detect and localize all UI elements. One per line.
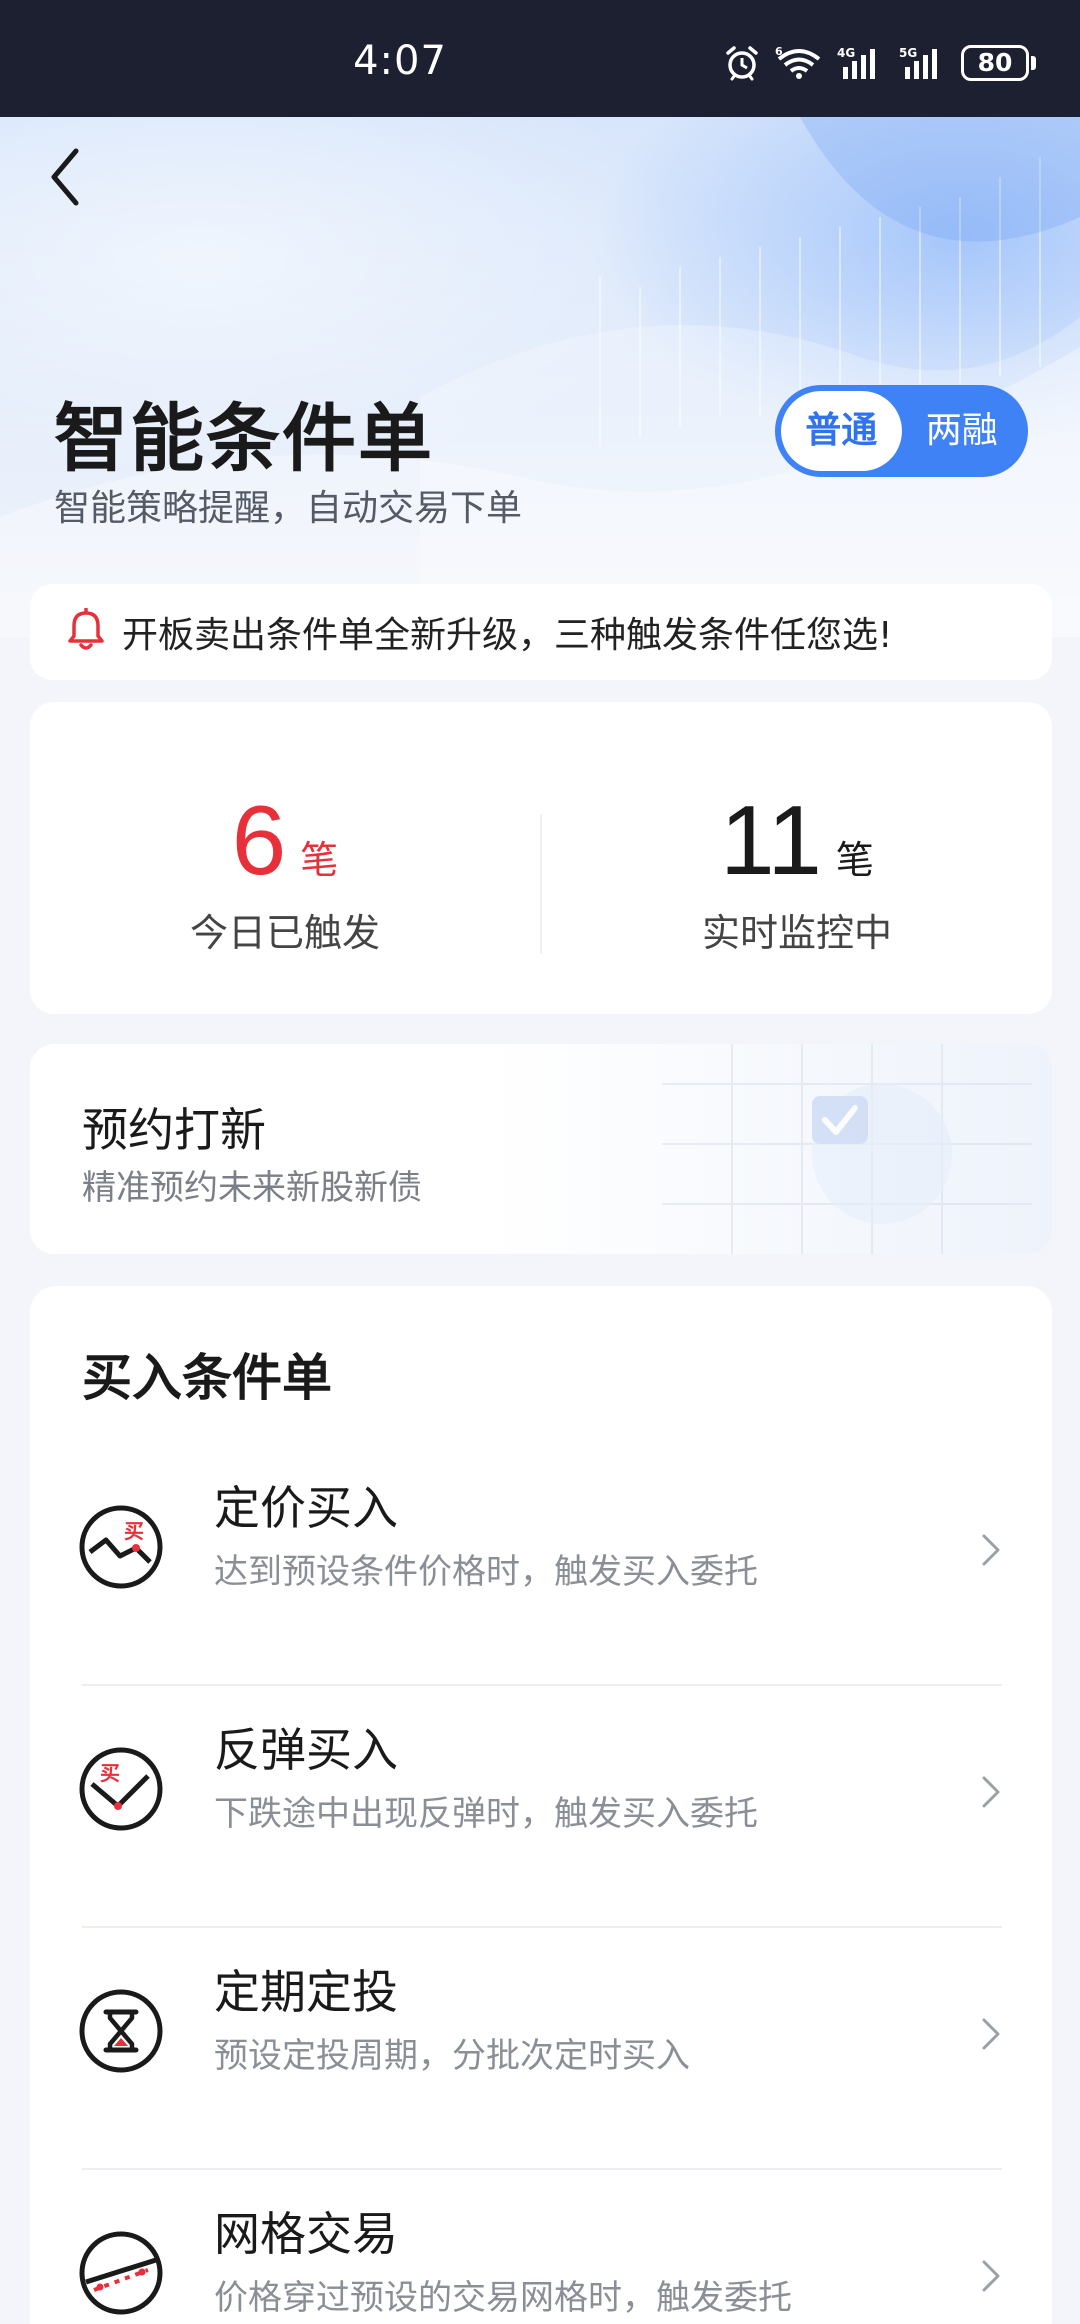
svg-text:6: 6 (775, 45, 783, 58)
buy-item-name: 网格交易 (214, 2207, 398, 2261)
signal-5g-icon: 5G (899, 45, 947, 81)
hourglass-icon (78, 1988, 164, 2074)
bell-icon (66, 607, 106, 656)
triggered-label: 今日已触发 (189, 911, 380, 955)
svg-text:买: 买 (100, 1761, 120, 1785)
status-bar: 4:07 6 4G 5G 80 (0, 0, 1080, 117)
chevron-right-icon (980, 2016, 1002, 2052)
triggered-count: 6 (231, 785, 287, 895)
grid-trade-icon (78, 2230, 164, 2316)
monitoring-label: 实时监控中 (701, 911, 892, 955)
signal-4g-icon: 4G (837, 45, 885, 81)
stats-card: 6 笔 今日已触发 11 笔 实时监控中 (30, 702, 1052, 1014)
chevron-right-icon (980, 1774, 1002, 1810)
calendar-decoration-icon (662, 1044, 1032, 1254)
mode-option-margin[interactable]: 两融 (902, 391, 1023, 471)
buy-item-desc: 下跌途中出现反弹时，触发买入委托 (214, 1794, 758, 1834)
buy-item-rebound[interactable]: 买 反弹买入 下跌途中出现反弹时，触发买入委托 (30, 1686, 1052, 1928)
alarm-icon (723, 44, 761, 82)
rebound-buy-icon: 买 (78, 1746, 164, 1832)
wifi-6-icon: 6 (775, 45, 823, 81)
page-subtitle: 智能策略提醒，自动交易下单 (54, 488, 523, 529)
buy-item-fixed-price[interactable]: 买 定价买入 达到预设条件价格时，触发买入委托 (30, 1444, 1052, 1686)
buy-item-name: 定期定投 (214, 1965, 398, 2019)
svg-text:4G: 4G (837, 46, 855, 60)
chevron-right-icon (980, 1532, 1002, 1568)
chevron-right-icon (980, 2258, 1002, 2294)
status-icons: 6 4G 5G 80 (723, 44, 1036, 82)
buy-item-grid[interactable]: 网格交易 价格穿过预设的交易网格时，触发委托 (30, 2170, 1052, 2324)
buy-item-name: 反弹买入 (214, 1723, 398, 1777)
buy-item-name: 定价买入 (214, 1481, 398, 1535)
notice-text: 开板卖出条件单全新升级，三种触发条件任您选! (122, 615, 893, 656)
buy-section-title: 买入条件单 (82, 1349, 332, 1407)
buy-item-desc: 达到预设条件价格时，触发买入委托 (214, 1552, 758, 1592)
status-time: 4:07 (353, 38, 447, 84)
monitoring-count: 11 (720, 785, 822, 895)
ipo-subtitle: 精准预约未来新股新债 (82, 1168, 422, 1208)
page: 4:07 6 4G 5G 80 智能条件单 智能策略提醒，自动交易下单 普通 两… (0, 0, 1080, 2324)
chevron-left-icon (51, 148, 79, 206)
buy-item-desc: 价格穿过预设的交易网格时，触发委托 (214, 2278, 792, 2318)
mode-option-normal[interactable]: 普通 (781, 391, 902, 471)
buy-item-periodic[interactable]: 定期定投 预设定投周期，分批次定时买入 (30, 1928, 1052, 2170)
battery-icon: 80 (961, 45, 1036, 81)
ipo-title: 预约打新 (82, 1103, 266, 1157)
price-buy-icon: 买 (78, 1504, 164, 1590)
buy-item-desc: 预设定投周期，分批次定时买入 (214, 2036, 690, 2076)
hero-banner: 智能条件单 智能策略提醒，自动交易下单 普通 两融 (0, 117, 1080, 637)
stat-monitoring[interactable]: 11 笔 实时监控中 (542, 702, 1052, 1014)
ipo-subscription-card[interactable]: 预约打新 精准预约未来新股新债 (30, 1044, 1052, 1254)
page-title: 智能条件单 (54, 396, 434, 482)
svg-text:买: 买 (124, 1519, 144, 1543)
notice-banner[interactable]: 开板卖出条件单全新升级，三种触发条件任您选! (30, 584, 1052, 680)
battery-level: 80 (961, 45, 1029, 81)
hero-background-wave (0, 117, 1080, 637)
triggered-unit: 笔 (300, 838, 339, 882)
mode-toggle[interactable]: 普通 两融 (775, 385, 1028, 477)
monitoring-unit: 笔 (835, 838, 874, 882)
back-button[interactable] (42, 145, 90, 209)
svg-text:5G: 5G (899, 46, 917, 60)
buy-conditions-card: 买入条件单 买 定价买入 达到预设条件价格时，触发买入委托 买 反弹买入 下跌途… (30, 1286, 1052, 2324)
stat-triggered[interactable]: 6 笔 今日已触发 (30, 702, 540, 1014)
